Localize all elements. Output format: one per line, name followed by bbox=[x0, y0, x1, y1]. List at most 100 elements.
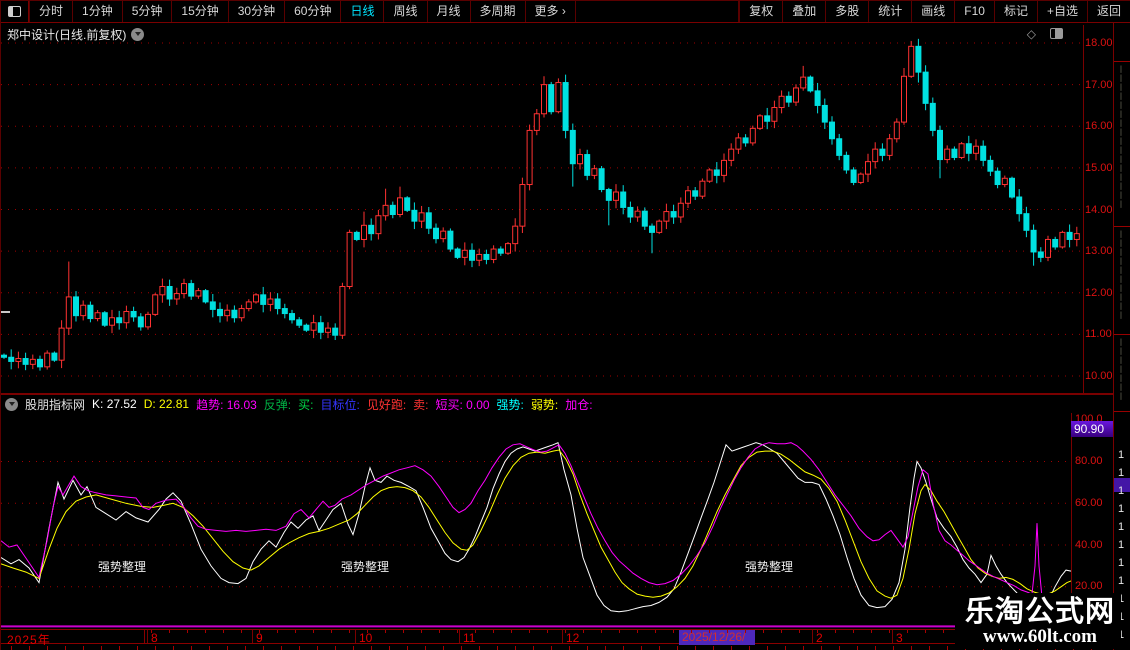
pane-corner-icons: ◇ bbox=[1027, 27, 1063, 41]
bottom-strip-tick bbox=[677, 646, 678, 650]
indicator-header: 股朋指标网 K: 27.52D: 22.81趋势: 16.03反弹:买:目标位:… bbox=[5, 396, 593, 412]
bottom-strip-tick bbox=[29, 646, 30, 650]
date-axis[interactable]: 2025年 2025/12/26/五 8910111223 bbox=[1, 629, 1113, 644]
bottom-strip-tick bbox=[659, 646, 660, 650]
month-label: 12 bbox=[566, 631, 579, 645]
signal-annotation-3: 强势整理 bbox=[745, 558, 793, 575]
bottom-strip-tick bbox=[803, 646, 804, 650]
period-button-3[interactable]: 5分钟 bbox=[123, 1, 173, 22]
bottom-strip-tick bbox=[533, 646, 534, 650]
date-minor-tick bbox=[511, 630, 512, 633]
action-button-1[interactable]: 复权 bbox=[739, 1, 783, 22]
date-minor-tick bbox=[349, 630, 350, 633]
month-separator bbox=[459, 630, 460, 643]
strip-rank-value: 1 bbox=[1118, 557, 1124, 569]
action-button-6[interactable]: F10 bbox=[955, 1, 995, 22]
chart-title-row: 郑中设计(日线.前复权) bbox=[7, 26, 144, 43]
date-minor-tick bbox=[799, 630, 800, 633]
title-chevron-down-icon[interactable] bbox=[131, 28, 144, 41]
date-minor-tick bbox=[727, 630, 728, 633]
indicator-chevron-icon[interactable] bbox=[5, 398, 18, 411]
month-separator bbox=[892, 630, 893, 643]
date-minor-tick bbox=[781, 630, 782, 633]
date-minor-tick bbox=[529, 630, 530, 633]
date-minor-tick bbox=[385, 630, 386, 633]
bottom-strip-tick bbox=[299, 646, 300, 650]
bottom-strip-tick bbox=[749, 646, 750, 650]
layout-window-icon[interactable] bbox=[1, 1, 29, 22]
date-minor-tick bbox=[583, 630, 584, 633]
date-minor-tick bbox=[673, 630, 674, 633]
indicator-field-1: K: 27.52 bbox=[92, 397, 137, 411]
bottom-strip-tick bbox=[209, 646, 210, 650]
split-view-icon[interactable] bbox=[1050, 28, 1063, 39]
bottom-strip-tick bbox=[695, 646, 696, 650]
period-button-9[interactable]: 月线 bbox=[428, 1, 471, 22]
bottom-strip-tick bbox=[623, 646, 624, 650]
bottom-strip-tick bbox=[353, 646, 354, 650]
right-edge-strip[interactable]: 丨丨丨丨丨丨丨丨丨丨丨丨丨丨丨丨 丨丨丨丨丨丨丨丨丨丨 丨丨丨丨丨丨丨 1111… bbox=[1113, 23, 1130, 650]
bottom-strip-tick bbox=[83, 646, 84, 650]
date-minor-tick bbox=[943, 630, 944, 633]
action-button-9[interactable]: 返回 bbox=[1088, 1, 1130, 22]
indicator-name[interactable]: 股朋指标网 bbox=[25, 396, 85, 413]
action-button-8[interactable]: +自选 bbox=[1038, 1, 1088, 22]
period-button-8[interactable]: 周线 bbox=[384, 1, 427, 22]
bottom-strip-tick bbox=[713, 646, 714, 650]
action-button-5[interactable]: 画线 bbox=[912, 1, 955, 22]
bottom-strip-tick bbox=[785, 646, 786, 650]
period-button-10[interactable]: 多周期 bbox=[471, 1, 526, 22]
bottom-strip-tick bbox=[875, 646, 876, 650]
date-minor-tick bbox=[907, 630, 908, 633]
bottom-strip-tick bbox=[587, 646, 588, 650]
action-button-7[interactable]: 标记 bbox=[995, 1, 1038, 22]
period-button-2[interactable]: 1分钟 bbox=[73, 1, 123, 22]
month-label: 8 bbox=[151, 631, 158, 645]
period-button-4[interactable]: 15分钟 bbox=[172, 1, 228, 22]
diamond-icon[interactable]: ◇ bbox=[1027, 27, 1036, 41]
date-minor-tick bbox=[241, 630, 242, 633]
indicator-chart[interactable] bbox=[1, 413, 1073, 629]
month-separator bbox=[252, 630, 253, 643]
period-button-5[interactable]: 30分钟 bbox=[229, 1, 285, 22]
bottom-strip-tick bbox=[641, 646, 642, 650]
split-pane-icon bbox=[8, 6, 21, 17]
indicator-value-badge: 90.90 bbox=[1071, 421, 1113, 437]
action-button-4[interactable]: 统计 bbox=[869, 1, 912, 22]
period-button-6[interactable]: 60分钟 bbox=[285, 1, 341, 22]
year-separator bbox=[144, 630, 145, 643]
bottom-strip-tick bbox=[821, 646, 822, 650]
period-button-1[interactable]: 分时 bbox=[29, 1, 73, 22]
date-minor-tick bbox=[889, 630, 890, 633]
date-minor-tick bbox=[763, 630, 764, 633]
indicator-field-2: D: 22.81 bbox=[144, 397, 189, 411]
bottom-strip-tick bbox=[155, 646, 156, 650]
period-button-7[interactable]: 日线 bbox=[341, 1, 384, 22]
bottom-strip-tick bbox=[191, 646, 192, 650]
date-minor-tick bbox=[205, 630, 206, 633]
action-button-3[interactable]: 多股 bbox=[826, 1, 869, 22]
month-label: 10 bbox=[359, 631, 372, 645]
candlestick-chart[interactable] bbox=[1, 25, 1083, 393]
action-buttons: 复权叠加多股统计画线F10标记+自选返回 bbox=[739, 1, 1130, 22]
bottom-strip-tick bbox=[605, 646, 606, 650]
trading-app-window: 分时1分钟5分钟15分钟30分钟60分钟日线周线月线多周期更多 › 复权叠加多股… bbox=[0, 0, 1130, 650]
strip-divider bbox=[1114, 61, 1130, 62]
bottom-strip-tick bbox=[461, 646, 462, 650]
indicator-tick-label: 80.00 bbox=[1075, 455, 1115, 467]
toolbar-spacer bbox=[576, 1, 739, 22]
strip-glyphs: 丨丨丨丨丨丨丨 bbox=[1117, 338, 1129, 408]
period-button-11[interactable]: 更多 › bbox=[526, 1, 576, 22]
bottom-strip-tick bbox=[947, 646, 948, 650]
indicator-field-3: 趋势: 16.03 bbox=[196, 396, 257, 413]
strip-divider bbox=[1114, 411, 1130, 412]
indicator-field-10: 强势: bbox=[497, 396, 524, 413]
strip-rank-value: 1 bbox=[1118, 467, 1124, 479]
action-button-2[interactable]: 叠加 bbox=[783, 1, 826, 22]
indicator-tick-label: 40.00 bbox=[1075, 539, 1115, 551]
bottom-strip-tick bbox=[551, 646, 552, 650]
date-minor-tick bbox=[421, 630, 422, 633]
bottom-strip-tick bbox=[371, 646, 372, 650]
strip-divider bbox=[1114, 334, 1130, 335]
indicator-field-11: 弱势: bbox=[531, 396, 558, 413]
